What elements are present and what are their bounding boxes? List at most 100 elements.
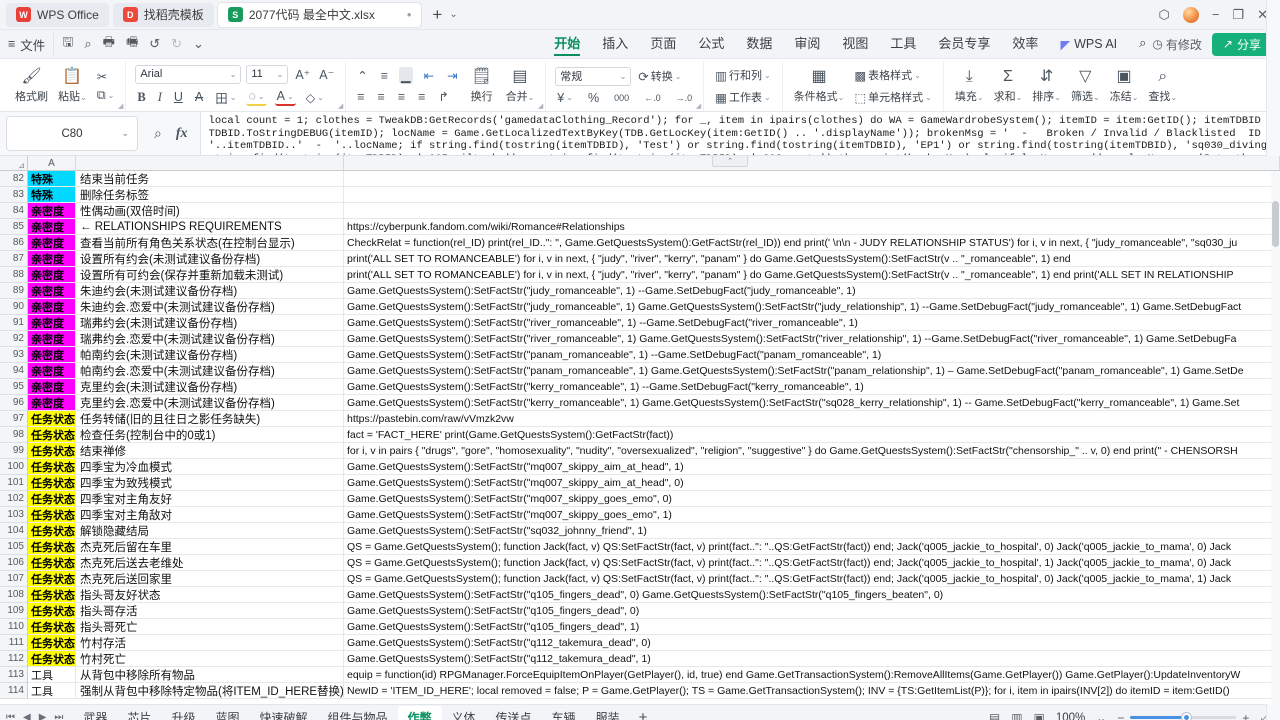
table-row[interactable]: 任务状态 竹村死亡 Game.GetQuestsSystem():SetFactSt…: [28, 651, 1280, 667]
first-sheet-icon[interactable]: ⏮: [6, 712, 15, 720]
row-header[interactable]: 89: [0, 283, 27, 299]
column-header-A[interactable]: A: [28, 156, 76, 170]
cell-code[interactable]: Game.GetQuestsSystem():SetFactStr("q105_…: [344, 619, 1280, 634]
sum-button[interactable]: Σ 求和⌄: [989, 61, 1028, 111]
cell-category[interactable]: 亲密度: [28, 219, 76, 234]
bold-button[interactable]: B: [135, 89, 147, 106]
cell-code[interactable]: Game.GetQuestsSystem():SetFactStr("q112_…: [344, 635, 1280, 650]
cell-category[interactable]: 亲密度: [28, 331, 76, 346]
row-header[interactable]: 109: [0, 603, 27, 619]
cell-category[interactable]: 工具: [28, 667, 76, 682]
freeze-button[interactable]: ▣ 冻结⌄: [1105, 61, 1144, 111]
sheet-tab-蓝图[interactable]: 蓝图: [205, 706, 249, 720]
column-header-C[interactable]: [344, 156, 1280, 170]
cell-category[interactable]: 亲密度: [28, 347, 76, 362]
row-header[interactable]: 107: [0, 571, 27, 587]
cell-description[interactable]: 竹村死亡: [76, 651, 344, 666]
copy-button[interactable]: ⧉ ⌄: [95, 87, 117, 104]
cell-category[interactable]: 任务状态: [28, 475, 76, 490]
cell-description[interactable]: 指头哥存活: [76, 603, 344, 618]
zoom-in-button[interactable]: +: [1242, 711, 1249, 720]
cell-code[interactable]: equip = function(id) RPGManager.ForceEqu…: [344, 667, 1280, 682]
row-header[interactable]: 96: [0, 395, 27, 411]
zoom-out-button[interactable]: −: [1117, 711, 1124, 720]
cell-description[interactable]: 竹村存活: [76, 635, 344, 650]
ribbon-tab-efficiency[interactable]: 效率: [1012, 33, 1038, 55]
align-left-button[interactable]: ≡: [355, 89, 366, 105]
cell-description[interactable]: 指头哥友好状态: [76, 587, 344, 602]
row-header[interactable]: 106: [0, 555, 27, 571]
percent-format-button[interactable]: %: [586, 90, 601, 106]
row-header[interactable]: 93: [0, 347, 27, 363]
minimize-icon[interactable]: −: [1212, 8, 1220, 21]
cell-category[interactable]: 亲密度: [28, 299, 76, 314]
align-bottom-button[interactable]: ▁: [399, 67, 413, 84]
cell-code[interactable]: QS = Game.GetQuestsSystem(); function Ja…: [344, 555, 1280, 570]
print-preview-icon[interactable]: 🖷: [126, 33, 138, 55]
app-tab-templates[interactable]: D 找稻壳模板: [112, 2, 214, 27]
table-row[interactable]: 特殊 删除任务标签: [28, 187, 1280, 203]
table-style-button[interactable]: ▩ 表格样式 ⌄: [852, 66, 923, 84]
sheet-tab-芯片[interactable]: 芯片: [117, 706, 161, 720]
cell-category[interactable]: 任务状态: [28, 587, 76, 602]
align-right-button[interactable]: ≡: [396, 89, 407, 105]
cell-description[interactable]: 杰克死后送去老维处: [76, 555, 344, 570]
cell-code[interactable]: https://pastebin.com/raw/vVmzk2vw: [344, 411, 1280, 426]
table-row[interactable]: 任务状态 竹村存活 Game.GetQuestsSystem():SetFactSt…: [28, 635, 1280, 651]
cell-category[interactable]: 亲密度: [28, 395, 76, 410]
currency-format-button[interactable]: ¥ ⌄: [555, 90, 575, 106]
cell-code[interactable]: Game.GetQuestsSystem():SetFactStr("judy_…: [344, 299, 1280, 314]
add-sheet-button[interactable]: +: [630, 709, 657, 720]
cell-description[interactable]: 查看当前所有角色关系状态(在控制台显示): [76, 235, 344, 250]
normal-view-icon[interactable]: ▤: [989, 711, 1000, 720]
cell-description[interactable]: 帕南约会.恋爱中(未测试建议备份存档): [76, 363, 344, 378]
cell-description[interactable]: 克里约会.恋爱中(未测试建议备份存档): [76, 395, 344, 410]
row-header[interactable]: 85: [0, 219, 27, 235]
table-row[interactable]: 亲密度 ← RELATIONSHIPS REQUIREMENTS https://c…: [28, 219, 1280, 235]
cell-category[interactable]: 任务状态: [28, 507, 76, 522]
cell-code[interactable]: Game.GetQuestsSystem():SetFactStr("q105_…: [344, 587, 1280, 602]
cell-description[interactable]: 四季宝对主角友好: [76, 491, 344, 506]
cell-category[interactable]: 特殊: [28, 171, 76, 186]
zoom-caret-icon[interactable]: ⌄: [1096, 711, 1106, 720]
document-tab[interactable]: S 2077代码 最全中文.xlsx •: [217, 2, 422, 27]
table-row[interactable]: 亲密度 克里约会(未测试建议备份存档) Game.GetQuestsSystem()…: [28, 379, 1280, 395]
table-row[interactable]: 任务状态 四季宝对主角友好 Game.GetQuestsSystem():SetFa…: [28, 491, 1280, 507]
row-header[interactable]: 87: [0, 251, 27, 267]
row-header[interactable]: 110: [0, 619, 27, 635]
table-row[interactable]: 任务状态 结束禅修 for i, v in pairs { "drugs", "go…: [28, 443, 1280, 459]
row-header[interactable]: 94: [0, 363, 27, 379]
rows-and-columns-button[interactable]: ▥ 行和列 ⌄: [713, 66, 773, 84]
table-row[interactable]: 亲密度 查看当前所有角色关系状态(在控制台显示) CheckRelat = func…: [28, 235, 1280, 251]
cell-code[interactable]: fact = 'FACT_HERE' print(Game.GetQuestsS…: [344, 427, 1280, 442]
row-header[interactable]: 114: [0, 683, 27, 699]
sheet-tab-升级[interactable]: 升级: [161, 706, 205, 720]
row-header[interactable]: 88: [0, 267, 27, 283]
underline-button[interactable]: U: [172, 89, 185, 105]
cell-category[interactable]: 亲密度: [28, 315, 76, 330]
table-row[interactable]: 亲密度 瑞弗约会.恋爱中(未测试建议备份存档) Game.GetQuestsSyst…: [28, 331, 1280, 347]
font-color-button[interactable]: A ⌄: [274, 88, 296, 106]
worksheet-button[interactable]: ▦ 工作表 ⌄: [713, 88, 773, 106]
number-format-select[interactable]: 常规 ⌄: [555, 66, 632, 86]
cell-category[interactable]: 任务状态: [28, 411, 76, 426]
cell-category[interactable]: 任务状态: [28, 523, 76, 538]
cell-category[interactable]: 亲密度: [28, 283, 76, 298]
row-header[interactable]: 99: [0, 443, 27, 459]
table-row[interactable]: 亲密度 帕南约会.恋爱中(未测试建议备份存档) Game.GetQuestsSyst…: [28, 363, 1280, 379]
clear-format-button[interactable]: ◇ ⌄: [304, 89, 326, 106]
row-header[interactable]: 90: [0, 299, 27, 315]
cell-description[interactable]: 解锁隐藏结局: [76, 523, 344, 538]
cell-description[interactable]: 设置所有约会(未测试建议备份存档): [76, 251, 344, 266]
table-row[interactable]: 亲密度 克里约会.恋爱中(未测试建议备份存档) Game.GetQuestsSyst…: [28, 395, 1280, 411]
font-size-select[interactable]: 11 ⌄: [246, 64, 289, 84]
merge-cells-button[interactable]: ▤ 合并⌄: [501, 61, 540, 111]
name-box[interactable]: C80 ⌄: [6, 116, 138, 151]
new-tab-button[interactable]: +: [425, 5, 449, 25]
row-header[interactable]: 91: [0, 315, 27, 331]
column-header-B[interactable]: [76, 156, 344, 170]
table-row[interactable]: 任务状态 杰克死后送回家里 QS = Game.GetQuestsSystem();…: [28, 571, 1280, 587]
table-row[interactable]: 特殊 结束当前任务: [28, 171, 1280, 187]
ribbon-tab-page[interactable]: 页面: [650, 33, 676, 55]
insert-function-icon[interactable]: fx: [176, 126, 188, 142]
